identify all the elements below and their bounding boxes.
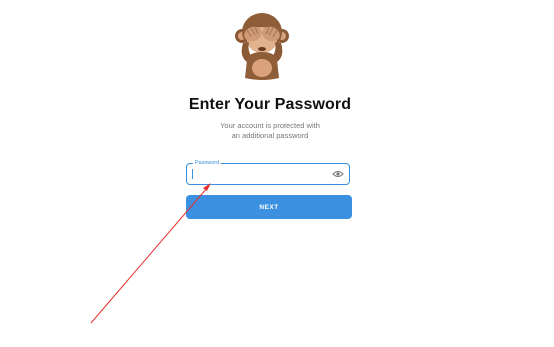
password-screen: Enter Your Password Your account is prot… — [0, 0, 554, 347]
next-button[interactable]: NEXT — [186, 195, 352, 219]
page-title: Enter Your Password — [188, 96, 352, 113]
page-subtitle: Your account is protected with an additi… — [0, 121, 540, 141]
see-no-evil-monkey-icon — [235, 13, 289, 80]
subtitle-line-1: Your account is protected with — [220, 121, 320, 130]
password-field[interactable]: Password — [186, 159, 350, 185]
subtitle-line-2: an additional password — [231, 131, 309, 140]
eye-icon[interactable] — [332, 169, 344, 179]
password-field-label: Password — [193, 159, 222, 167]
password-input[interactable] — [192, 167, 328, 181]
